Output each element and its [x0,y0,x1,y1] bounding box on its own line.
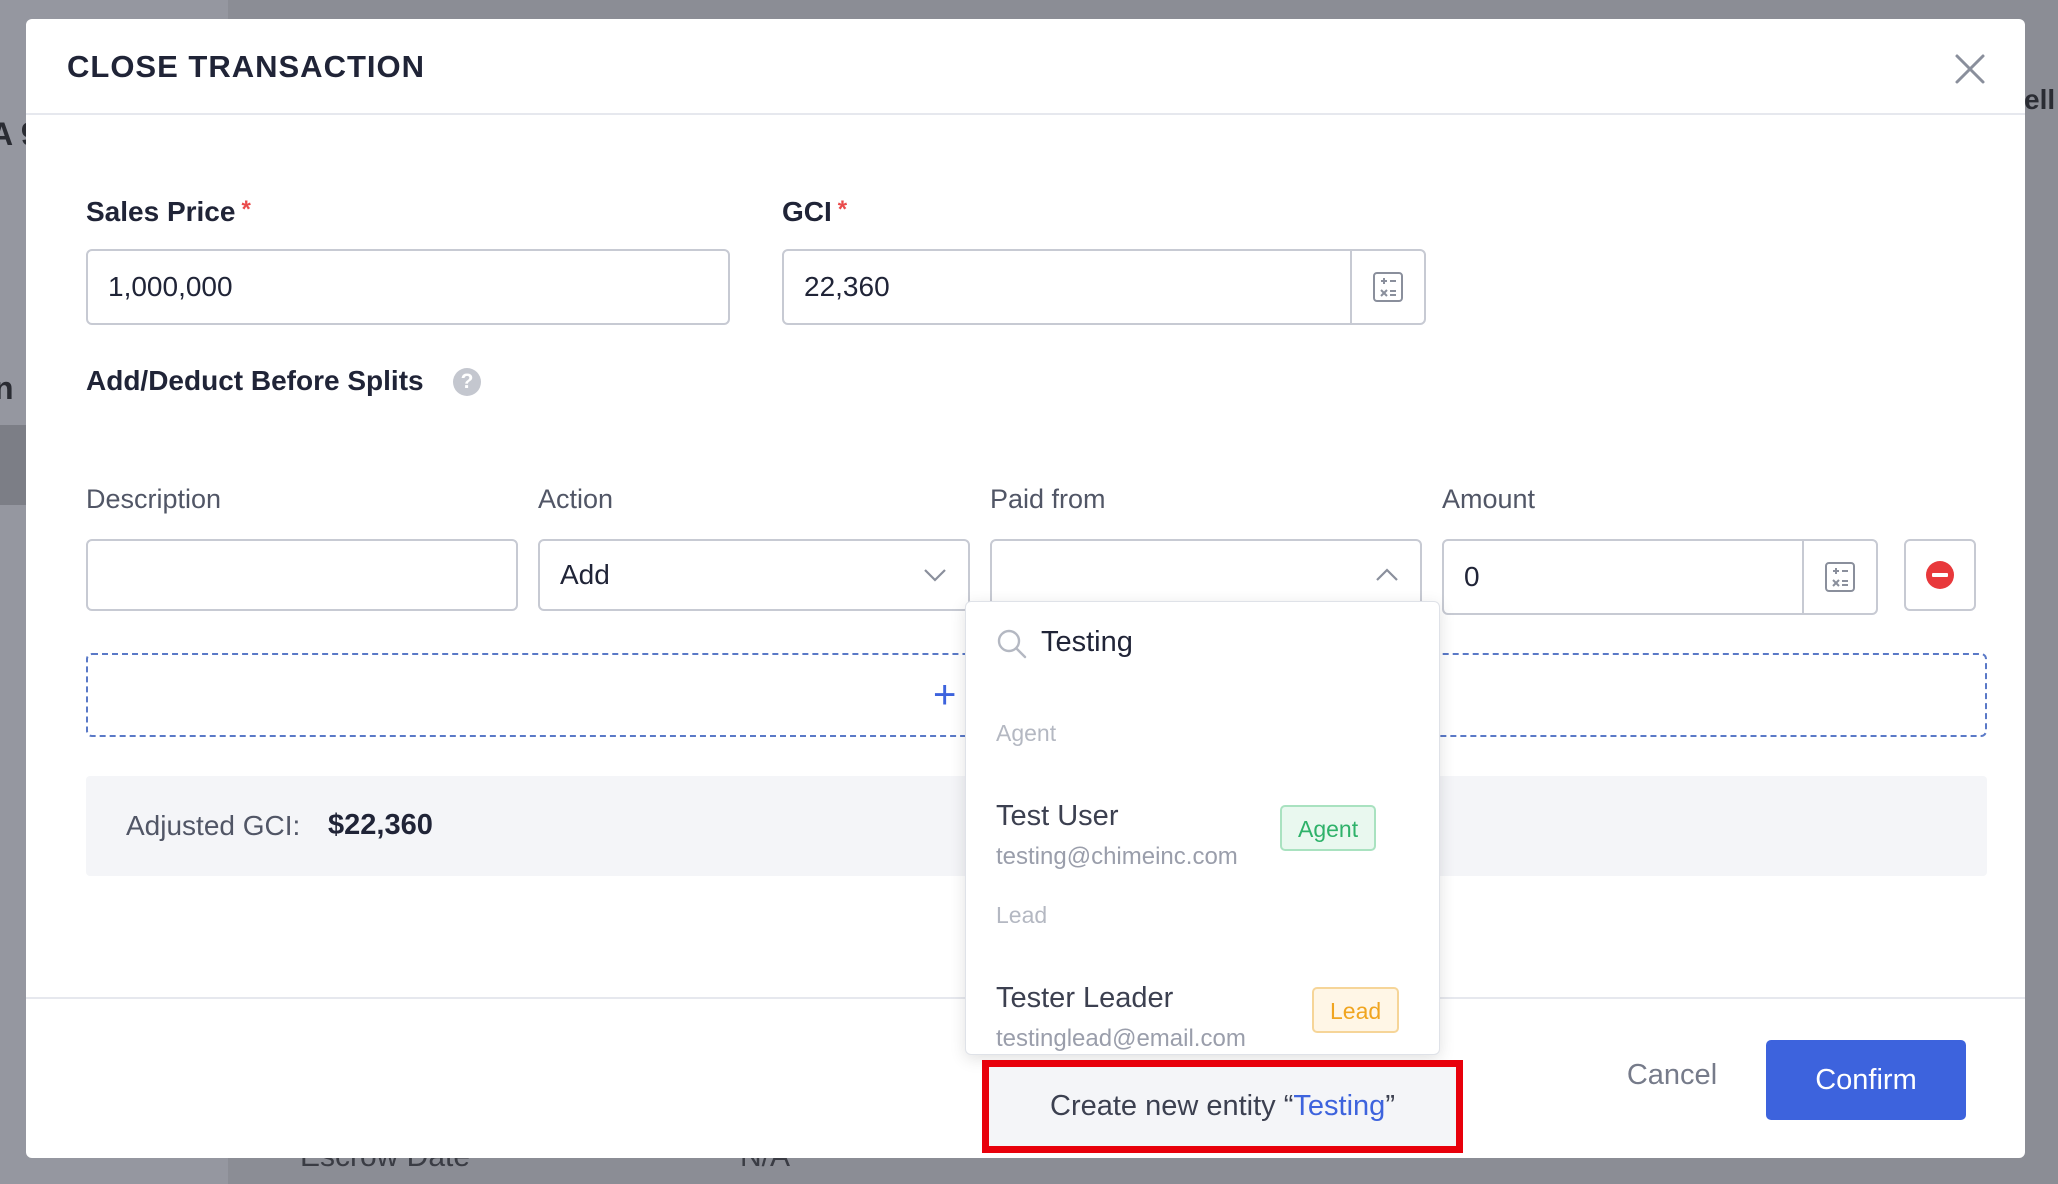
dropdown-group-lead: Lead [996,902,1048,928]
sales-price-label-text: Sales Price [86,196,236,227]
option-email: testinglead@email.com [996,1025,1246,1052]
search-icon [997,629,1027,659]
action-value: Add [560,559,610,590]
description-input[interactable] [86,539,518,611]
sales-price-label: Sales Price * [86,196,251,228]
paid-from-dropdown: Testing Agent Test User testing@chimeinc… [965,601,1440,1055]
required-mark: * [837,196,848,223]
amount-column-label: Amount [1442,484,1536,514]
cancel-button[interactable]: Cancel [1602,1059,1742,1099]
gci-calculator-button[interactable] [1350,251,1424,323]
dropdown-option-test-user[interactable]: Test User testing@chimeinc.com Agent [966,788,1439,898]
modal-title: CLOSE TRANSACTION [67,49,425,84]
description-column-label: Description [86,484,222,514]
lead-badge: Lead [1312,987,1400,1033]
sales-price-value: 1,000,000 [108,271,233,302]
close-button[interactable] [1948,47,1992,91]
gci-value: 22,360 [804,271,890,302]
adjusted-gci-value: $22,360 [328,809,433,841]
remove-icon [1926,561,1954,589]
gci-label: GCI * [782,196,847,228]
confirm-button[interactable]: Confirm [1766,1040,1966,1120]
action-select[interactable]: Add [538,539,970,611]
adjusted-gci-label: Adjusted GCI: [126,810,301,841]
dropdown-group-agent: Agent [996,720,1057,746]
gci-input[interactable]: 22,360 [782,249,1426,325]
chevron-up-icon [1376,568,1398,581]
close-icon [1955,54,1985,84]
create-entity-term: Testing [1293,1090,1386,1122]
calculator-icon [1373,272,1403,302]
modal-header: CLOSE TRANSACTION [26,19,2025,115]
create-new-entity-button[interactable]: Create new entity “Testing” [982,1060,1463,1153]
amount-input[interactable]: 0 [1442,539,1878,615]
agent-badge: Agent [1280,805,1377,851]
background-text-fragment: ell [2024,84,2056,115]
close-quote: ” [1385,1090,1395,1122]
option-email: testing@chimeinc.com [996,843,1238,870]
option-name: Tester Leader [996,982,1174,1014]
amount-value: 0 [1464,561,1480,592]
chevron-down-icon [924,569,946,582]
amount-calculator-button[interactable] [1802,541,1876,613]
action-column-label: Action [538,484,614,514]
calculator-icon [1825,562,1855,592]
plus-icon: + [933,673,957,717]
add-deduct-label: Add/Deduct Before Splits [86,365,424,396]
background-text-fragment: n [0,370,14,406]
open-quote: “ [1283,1090,1294,1122]
dropdown-option-tester-leader[interactable]: Tester Leader testinglead@email.com Lead [966,970,1439,1054]
option-name: Test User [996,800,1119,832]
help-icon[interactable]: ? [453,368,481,396]
remove-row-button[interactable] [1904,539,1976,611]
required-mark: * [241,196,251,223]
background-strip [0,425,26,505]
paid-from-column-label: Paid from [990,484,1106,514]
gci-label-text: GCI [782,196,832,227]
dropdown-search-input[interactable]: Testing [1041,626,1133,659]
sales-price-input[interactable]: 1,000,000 [86,249,730,325]
create-entity-prefix: Create new entity [1050,1090,1284,1122]
